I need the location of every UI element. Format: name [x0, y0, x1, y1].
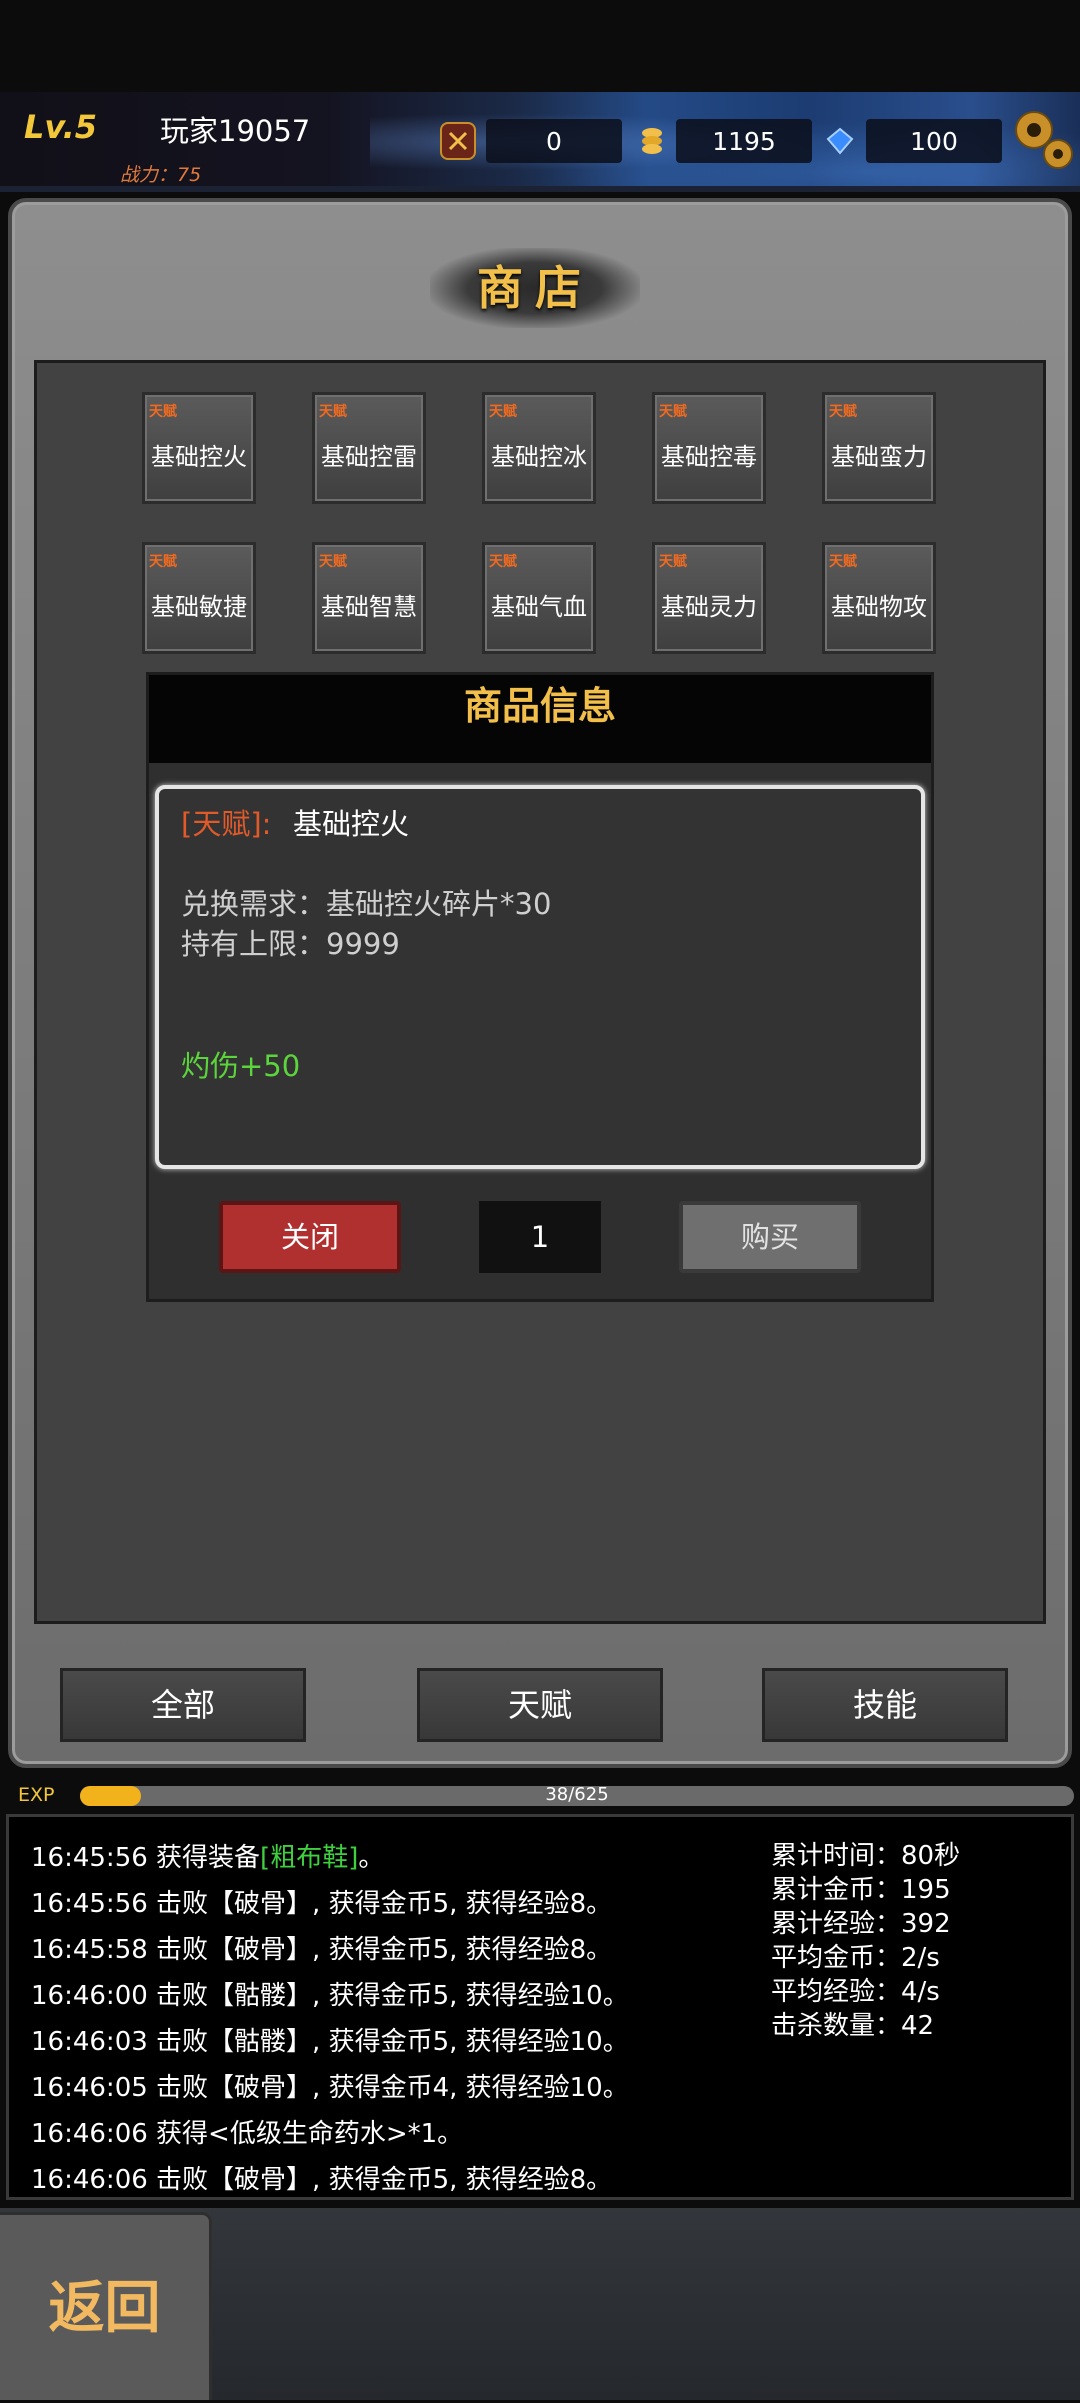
- log-line: 16:45:56 获得装备[粗布鞋]。: [31, 1843, 385, 1873]
- tab-talent[interactable]: 天赋: [417, 1668, 663, 1742]
- item-name: 基础物攻: [831, 593, 927, 621]
- dialog-body: [天赋]: 基础控火 兑换需求：基础控火碎片*30 持有上限：9999 灼伤+5…: [155, 785, 925, 1169]
- item-name: 基础智慧: [321, 593, 417, 621]
- stat-kill-count: 击杀数量：42: [771, 2011, 935, 2041]
- shop-item[interactable]: 天赋 基础智慧: [312, 542, 426, 654]
- buy-button[interactable]: 购买: [679, 1201, 861, 1273]
- shop-item[interactable]: 天赋 基础控毒: [652, 392, 766, 504]
- item-tag: 天赋: [659, 554, 687, 570]
- exp-label: EXP: [18, 1784, 55, 1806]
- exchange-requirement: 兑换需求：基础控火碎片*30: [181, 887, 552, 921]
- quantity-field[interactable]: 1: [479, 1201, 601, 1273]
- shop-item[interactable]: 天赋 基础控冰: [482, 392, 596, 504]
- back-button[interactable]: 返回: [0, 2212, 212, 2400]
- shop-item[interactable]: 天赋 基础物攻: [822, 542, 936, 654]
- shop-item[interactable]: 天赋 基础蛮力: [822, 392, 936, 504]
- item-name: 基础敏捷: [151, 593, 247, 621]
- item-tag: 天赋: [829, 554, 857, 570]
- shop-item[interactable]: 天赋 基础灵力: [652, 542, 766, 654]
- item-effect: 灼伤+50: [181, 1049, 301, 1083]
- sword-coin-icon: [440, 122, 476, 160]
- item-name: 基础气血: [491, 593, 587, 621]
- tab-all[interactable]: 全部: [60, 1668, 306, 1742]
- gold-coin-icon: [634, 122, 670, 160]
- item-tag: 天赋: [489, 554, 517, 570]
- shop-item[interactable]: 天赋 基础控火: [142, 392, 256, 504]
- item-tag: 天赋: [149, 554, 177, 570]
- item-name: 基础灵力: [661, 593, 757, 621]
- item-tag: 天赋: [149, 404, 177, 420]
- item-tag: 天赋: [829, 404, 857, 420]
- blue-gem-icon: [822, 122, 858, 160]
- stat-total-time: 累计时间：80秒: [771, 1841, 961, 1871]
- combat-power: 战力：75: [120, 164, 202, 186]
- log-line: 16:45:56 击败【破骨】, 获得金币5, 获得经验8。: [31, 1889, 613, 1919]
- shop-title: 商店: [477, 261, 593, 315]
- stat-total-exp: 累计经验：392: [771, 1909, 951, 1939]
- log-line: 16:46:05 击败【破骨】, 获得金币4, 获得经验10。: [31, 2073, 629, 2103]
- stat-avg-exp: 平均经验：4/s: [771, 1977, 940, 2007]
- stat-total-gold: 累计金币：195: [771, 1875, 951, 1905]
- item-tag: 天赋: [659, 404, 687, 420]
- resource-value-1: 1195: [676, 119, 812, 163]
- resource-value-0: 0: [486, 119, 622, 163]
- battle-log-panel: 16:45:56 获得装备[粗布鞋]。 16:45:56 击败【破骨】, 获得金…: [6, 1814, 1074, 2200]
- item-tag: 天赋: [319, 404, 347, 420]
- resource-value-2: 100: [866, 119, 1002, 163]
- log-line: 16:46:03 击败【骷髅】, 获得金币5, 获得经验10。: [31, 2027, 629, 2057]
- item-name: 基础蛮力: [831, 443, 927, 471]
- item-tag: 天赋: [489, 404, 517, 420]
- exp-value: 38/625: [545, 1784, 609, 1805]
- player-name: 玩家19057: [160, 114, 311, 148]
- holding-limit: 持有上限：9999: [181, 927, 400, 961]
- item-name: 基础控雷: [321, 443, 417, 471]
- item-info-dialog: 商品信息 [天赋]: 基础控火 兑换需求：基础控火碎片*30 持有上限：9999…: [146, 672, 934, 1302]
- log-line: 16:45:58 击败【破骨】, 获得金币5, 获得经验8。: [31, 1935, 613, 1965]
- item-name: 基础控冰: [491, 443, 587, 471]
- player-level: Lv.5: [24, 108, 98, 146]
- log-line: 16:46:06 击败【破骨】, 获得金币5, 获得经验8。: [31, 2165, 613, 2195]
- item-type-label: [天赋]:: [181, 807, 272, 841]
- shop-item[interactable]: 天赋 基础气血: [482, 542, 596, 654]
- item-name: 基础控毒: [661, 443, 757, 471]
- item-name-value: 基础控火: [293, 807, 410, 841]
- item-tag: 天赋: [319, 554, 347, 570]
- log-line: 16:46:00 击败【骷髅】, 获得金币5, 获得经验10。: [31, 1981, 629, 2011]
- stat-avg-gold: 平均金币：2/s: [771, 1943, 940, 1973]
- tab-skill[interactable]: 技能: [762, 1668, 1008, 1742]
- gear-icon[interactable]: [1008, 104, 1076, 174]
- shop-item[interactable]: 天赋 基础敏捷: [142, 542, 256, 654]
- shop-item[interactable]: 天赋 基础控雷: [312, 392, 426, 504]
- close-button[interactable]: 关闭: [219, 1201, 401, 1273]
- dialog-title: 商品信息: [149, 675, 931, 763]
- item-name: 基础控火: [151, 443, 247, 471]
- log-line: 16:46:06 获得<低级生命药水>*1。: [31, 2119, 464, 2149]
